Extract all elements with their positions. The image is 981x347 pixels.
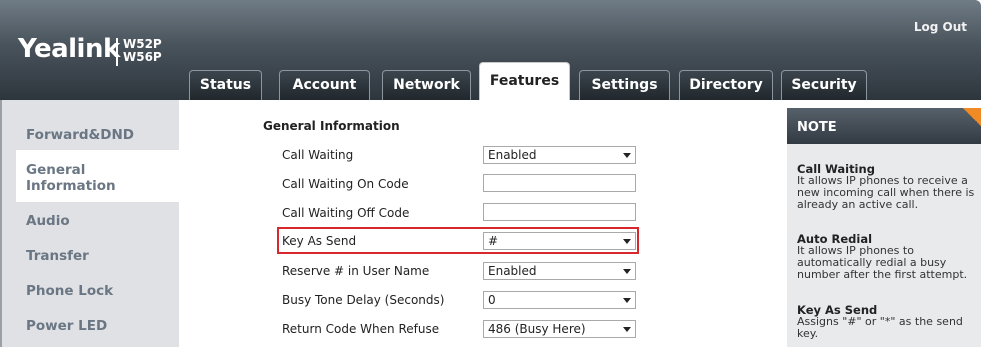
sidebar-item-general-information[interactable]: General Information	[26, 162, 176, 194]
sidebar-item-forward-dnd[interactable]: Forward&DND	[26, 127, 176, 143]
tab-status[interactable]: Status	[189, 70, 262, 100]
sidebar-item-power-led[interactable]: Power LED	[26, 318, 176, 334]
note-entry-line: already an active call.	[797, 198, 919, 211]
call-waiting-on-code-label: Call Waiting On Code	[282, 177, 409, 191]
model-label: W52P W56P	[123, 38, 162, 64]
return-code-label: Return Code When Refuse	[282, 322, 440, 336]
tab-features[interactable]: Features	[479, 62, 570, 100]
dropdown-arrow-icon	[623, 327, 631, 332]
return-code-value: 486 (Busy Here)	[488, 322, 586, 336]
tab-security[interactable]: Security	[781, 70, 867, 100]
reserve-hash-label: Reserve # in User Name	[282, 264, 430, 278]
busy-tone-delay-select[interactable]: 0	[483, 291, 636, 309]
sidebar-item-audio[interactable]: Audio	[26, 213, 176, 229]
note-entry-line: Assigns "#" or "*" as the send	[797, 315, 963, 328]
note-panel: NOTE Call Waiting It allows IP phones to…	[787, 108, 981, 347]
sidebar-item-label-line-1: General	[26, 162, 86, 178]
call-waiting-off-code-label: Call Waiting Off Code	[282, 206, 410, 220]
dropdown-arrow-icon	[623, 153, 631, 158]
dropdown-arrow-icon	[623, 239, 631, 244]
call-waiting-select[interactable]: Enabled	[483, 146, 636, 164]
note-entry-line: number after the first attempt.	[797, 268, 968, 281]
busy-tone-delay-label: Busy Tone Delay (Seconds)	[282, 293, 445, 307]
key-as-send-select[interactable]: #	[483, 232, 636, 250]
reserve-hash-value: Enabled	[488, 264, 537, 278]
dropdown-arrow-icon	[623, 298, 631, 303]
brand-logo: Yealink	[18, 34, 120, 64]
reserve-hash-select[interactable]: Enabled	[483, 262, 636, 280]
dropdown-arrow-icon	[623, 269, 631, 274]
sidebar-item-phone-lock[interactable]: Phone Lock	[26, 283, 176, 299]
return-code-select[interactable]: 486 (Busy Here)	[483, 320, 636, 338]
key-as-send-label: Key As Send	[282, 234, 357, 248]
call-waiting-off-code-input[interactable]	[483, 203, 636, 221]
model-line-2: W56P	[123, 50, 162, 64]
sidebar-item-label-line-2: Information	[26, 178, 116, 194]
note-entry-auto-redial: Auto Redial It allows IP phones to autom…	[797, 233, 979, 281]
note-title: NOTE	[787, 108, 981, 144]
busy-tone-delay-value: 0	[488, 293, 496, 307]
note-entry-line: key.	[797, 327, 819, 340]
header-bar: Yealink W52P W56P Log Out Status Account…	[0, 0, 981, 100]
call-waiting-on-code-input[interactable]	[483, 174, 636, 192]
note-corner-icon	[963, 108, 981, 126]
tab-settings[interactable]: Settings	[579, 70, 670, 100]
logout-link[interactable]: Log Out	[914, 20, 967, 34]
call-waiting-label: Call Waiting	[282, 148, 354, 162]
sidebar-item-transfer[interactable]: Transfer	[26, 248, 176, 264]
logo-divider	[116, 38, 118, 66]
tab-network[interactable]: Network	[382, 70, 471, 100]
note-entry-key-as-send: Key As Send Assigns "#" or "*" as the se…	[797, 304, 979, 340]
note-entry-call-waiting: Call Waiting It allows IP phones to rece…	[797, 163, 979, 211]
call-waiting-value: Enabled	[488, 148, 537, 162]
sidebar: Forward&DND General Information Audio Tr…	[2, 100, 186, 347]
tab-account[interactable]: Account	[279, 70, 370, 100]
tab-directory[interactable]: Directory	[679, 70, 773, 100]
section-title: General Information	[263, 119, 400, 133]
key-as-send-value: #	[488, 234, 499, 248]
